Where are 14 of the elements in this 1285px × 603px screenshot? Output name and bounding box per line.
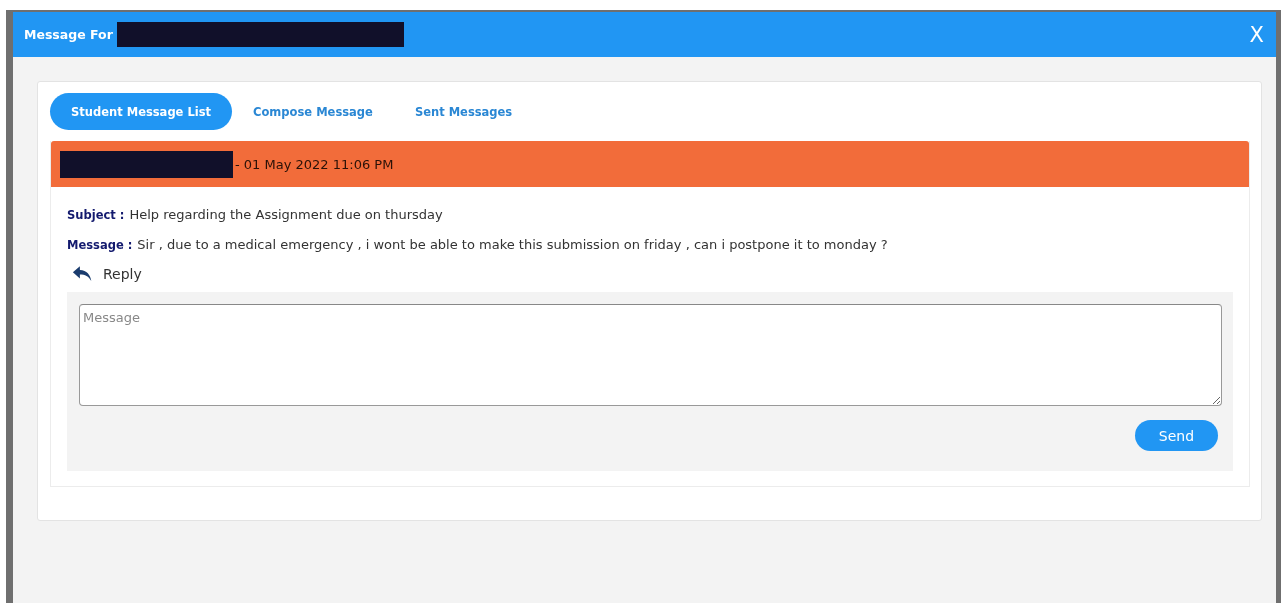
subject-text: Help regarding the Assignment due on thursday <box>129 207 443 222</box>
window-title: Message For <box>24 27 113 42</box>
close-button[interactable]: X <box>1247 22 1266 47</box>
reply-icon[interactable] <box>72 265 93 283</box>
send-button[interactable]: Send <box>1135 420 1218 451</box>
message-field[interactable]: Message <box>79 304 1222 406</box>
subject-label: Subject : <box>67 208 125 222</box>
tab[interactable]: Student Message List <box>50 93 233 130</box>
message-label: Message : <box>67 238 133 252</box>
message-text: Sir , due to a medical emergency , i wont be able to make this submission on friday , can i postpone it to monday ? <box>137 237 888 252</box>
tab[interactable]: Sent Messages <box>393 93 534 130</box>
reply-link[interactable]: Reply <box>103 266 142 282</box>
message-date: - 01 May 2022 11:06 PM <box>235 156 394 172</box>
tab[interactable]: Compose Message <box>232 93 394 130</box>
